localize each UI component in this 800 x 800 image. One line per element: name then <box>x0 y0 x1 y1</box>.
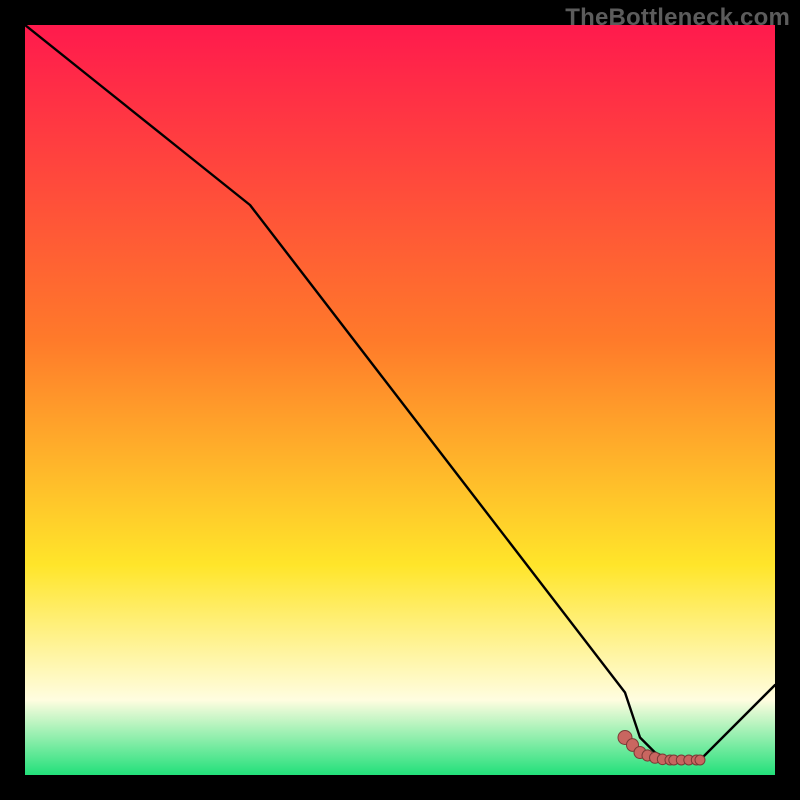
chart-frame: TheBottleneck.com <box>0 0 800 800</box>
chart-svg <box>25 25 775 775</box>
plot-area <box>25 25 775 775</box>
data-marker <box>695 755 705 765</box>
